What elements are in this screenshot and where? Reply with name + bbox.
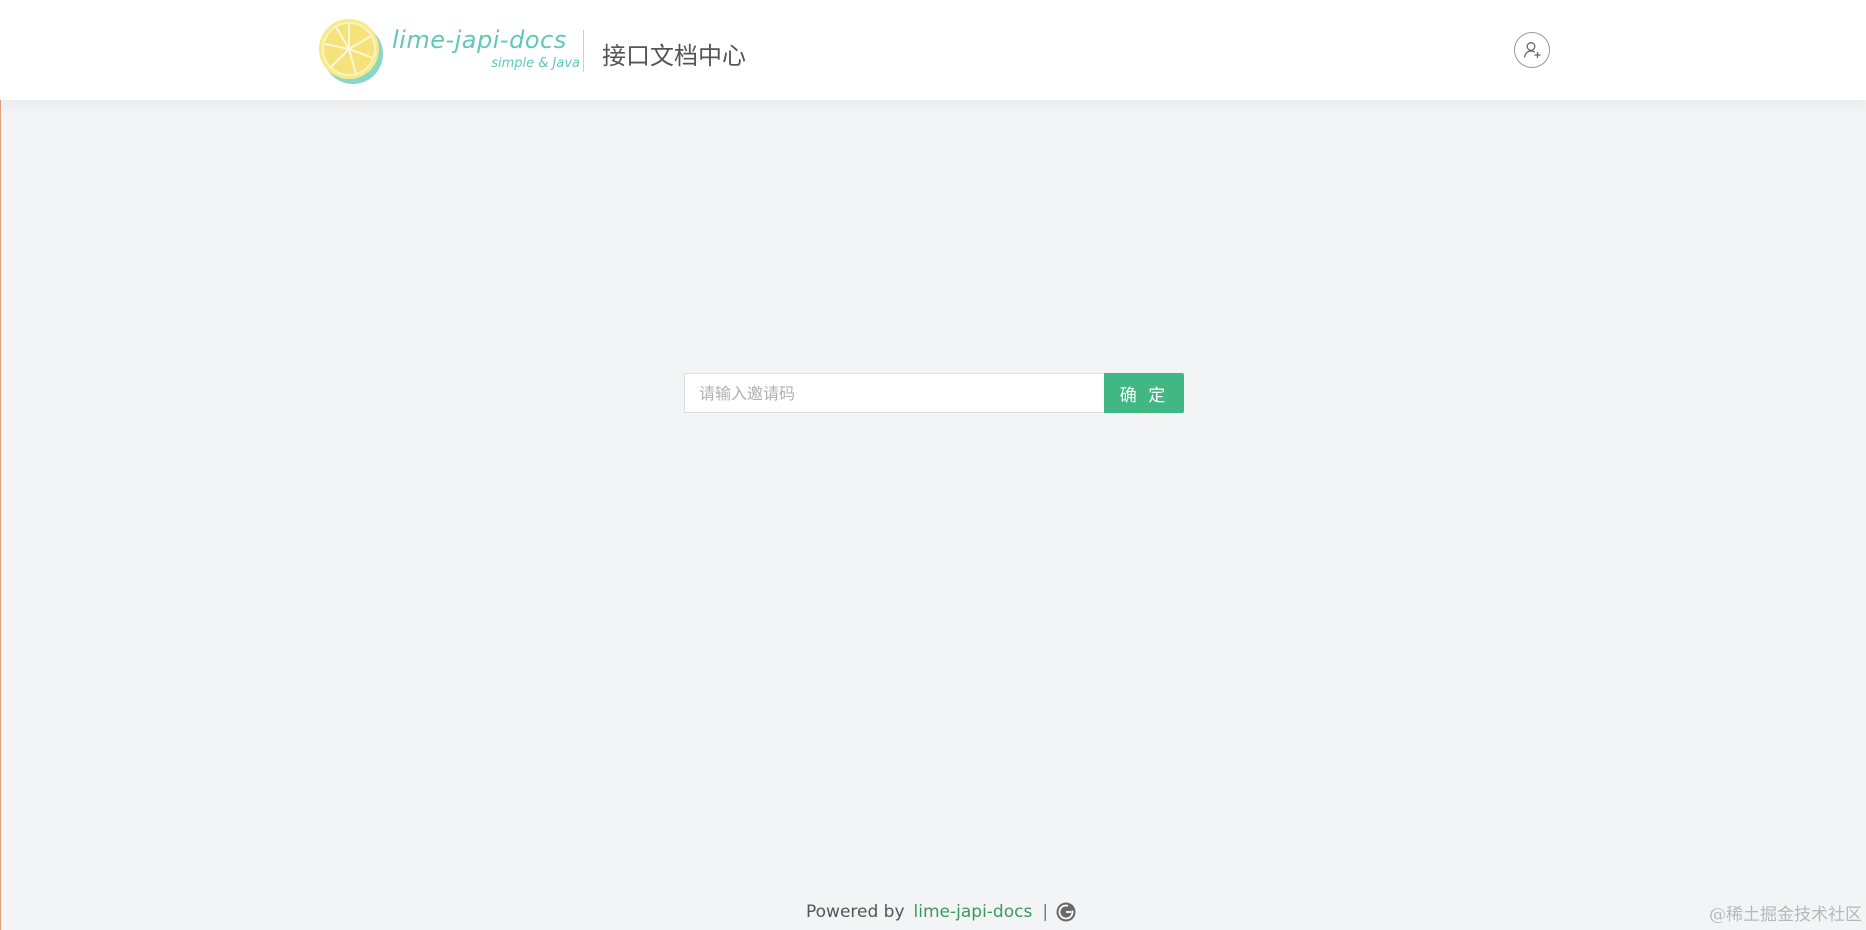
footer-separator: | — [1042, 902, 1049, 922]
lemon-logo-icon — [319, 19, 383, 84]
logo[interactable]: lime-japi-docs simple & Java — [316, 16, 580, 86]
invite-code-input[interactable] — [684, 373, 1105, 413]
invite-form: 确 定 — [684, 373, 1184, 413]
site-title: 接口文档中心 — [602, 42, 746, 70]
footer-project-link[interactable]: lime-japi-docs — [914, 902, 1033, 922]
top-header: lime-japi-docs simple & Java 接口文档中心 — [0, 0, 1866, 100]
header-divider — [583, 30, 584, 72]
user-plus-icon — [1523, 42, 1541, 58]
github-icon[interactable] — [1056, 902, 1076, 922]
page-frame — [0, 0, 1866, 930]
confirm-button[interactable]: 确 定 — [1104, 373, 1184, 413]
logo-tagline: simple & Java — [491, 56, 580, 71]
user-button[interactable] — [1514, 32, 1550, 68]
footer: Powered by lime-japi-docs | — [806, 900, 1076, 924]
powered-by-text: Powered by — [806, 902, 905, 922]
watermark: @稀土掘金技术社区 — [1709, 905, 1862, 925]
logo-name: lime-japi-docs — [392, 26, 567, 54]
